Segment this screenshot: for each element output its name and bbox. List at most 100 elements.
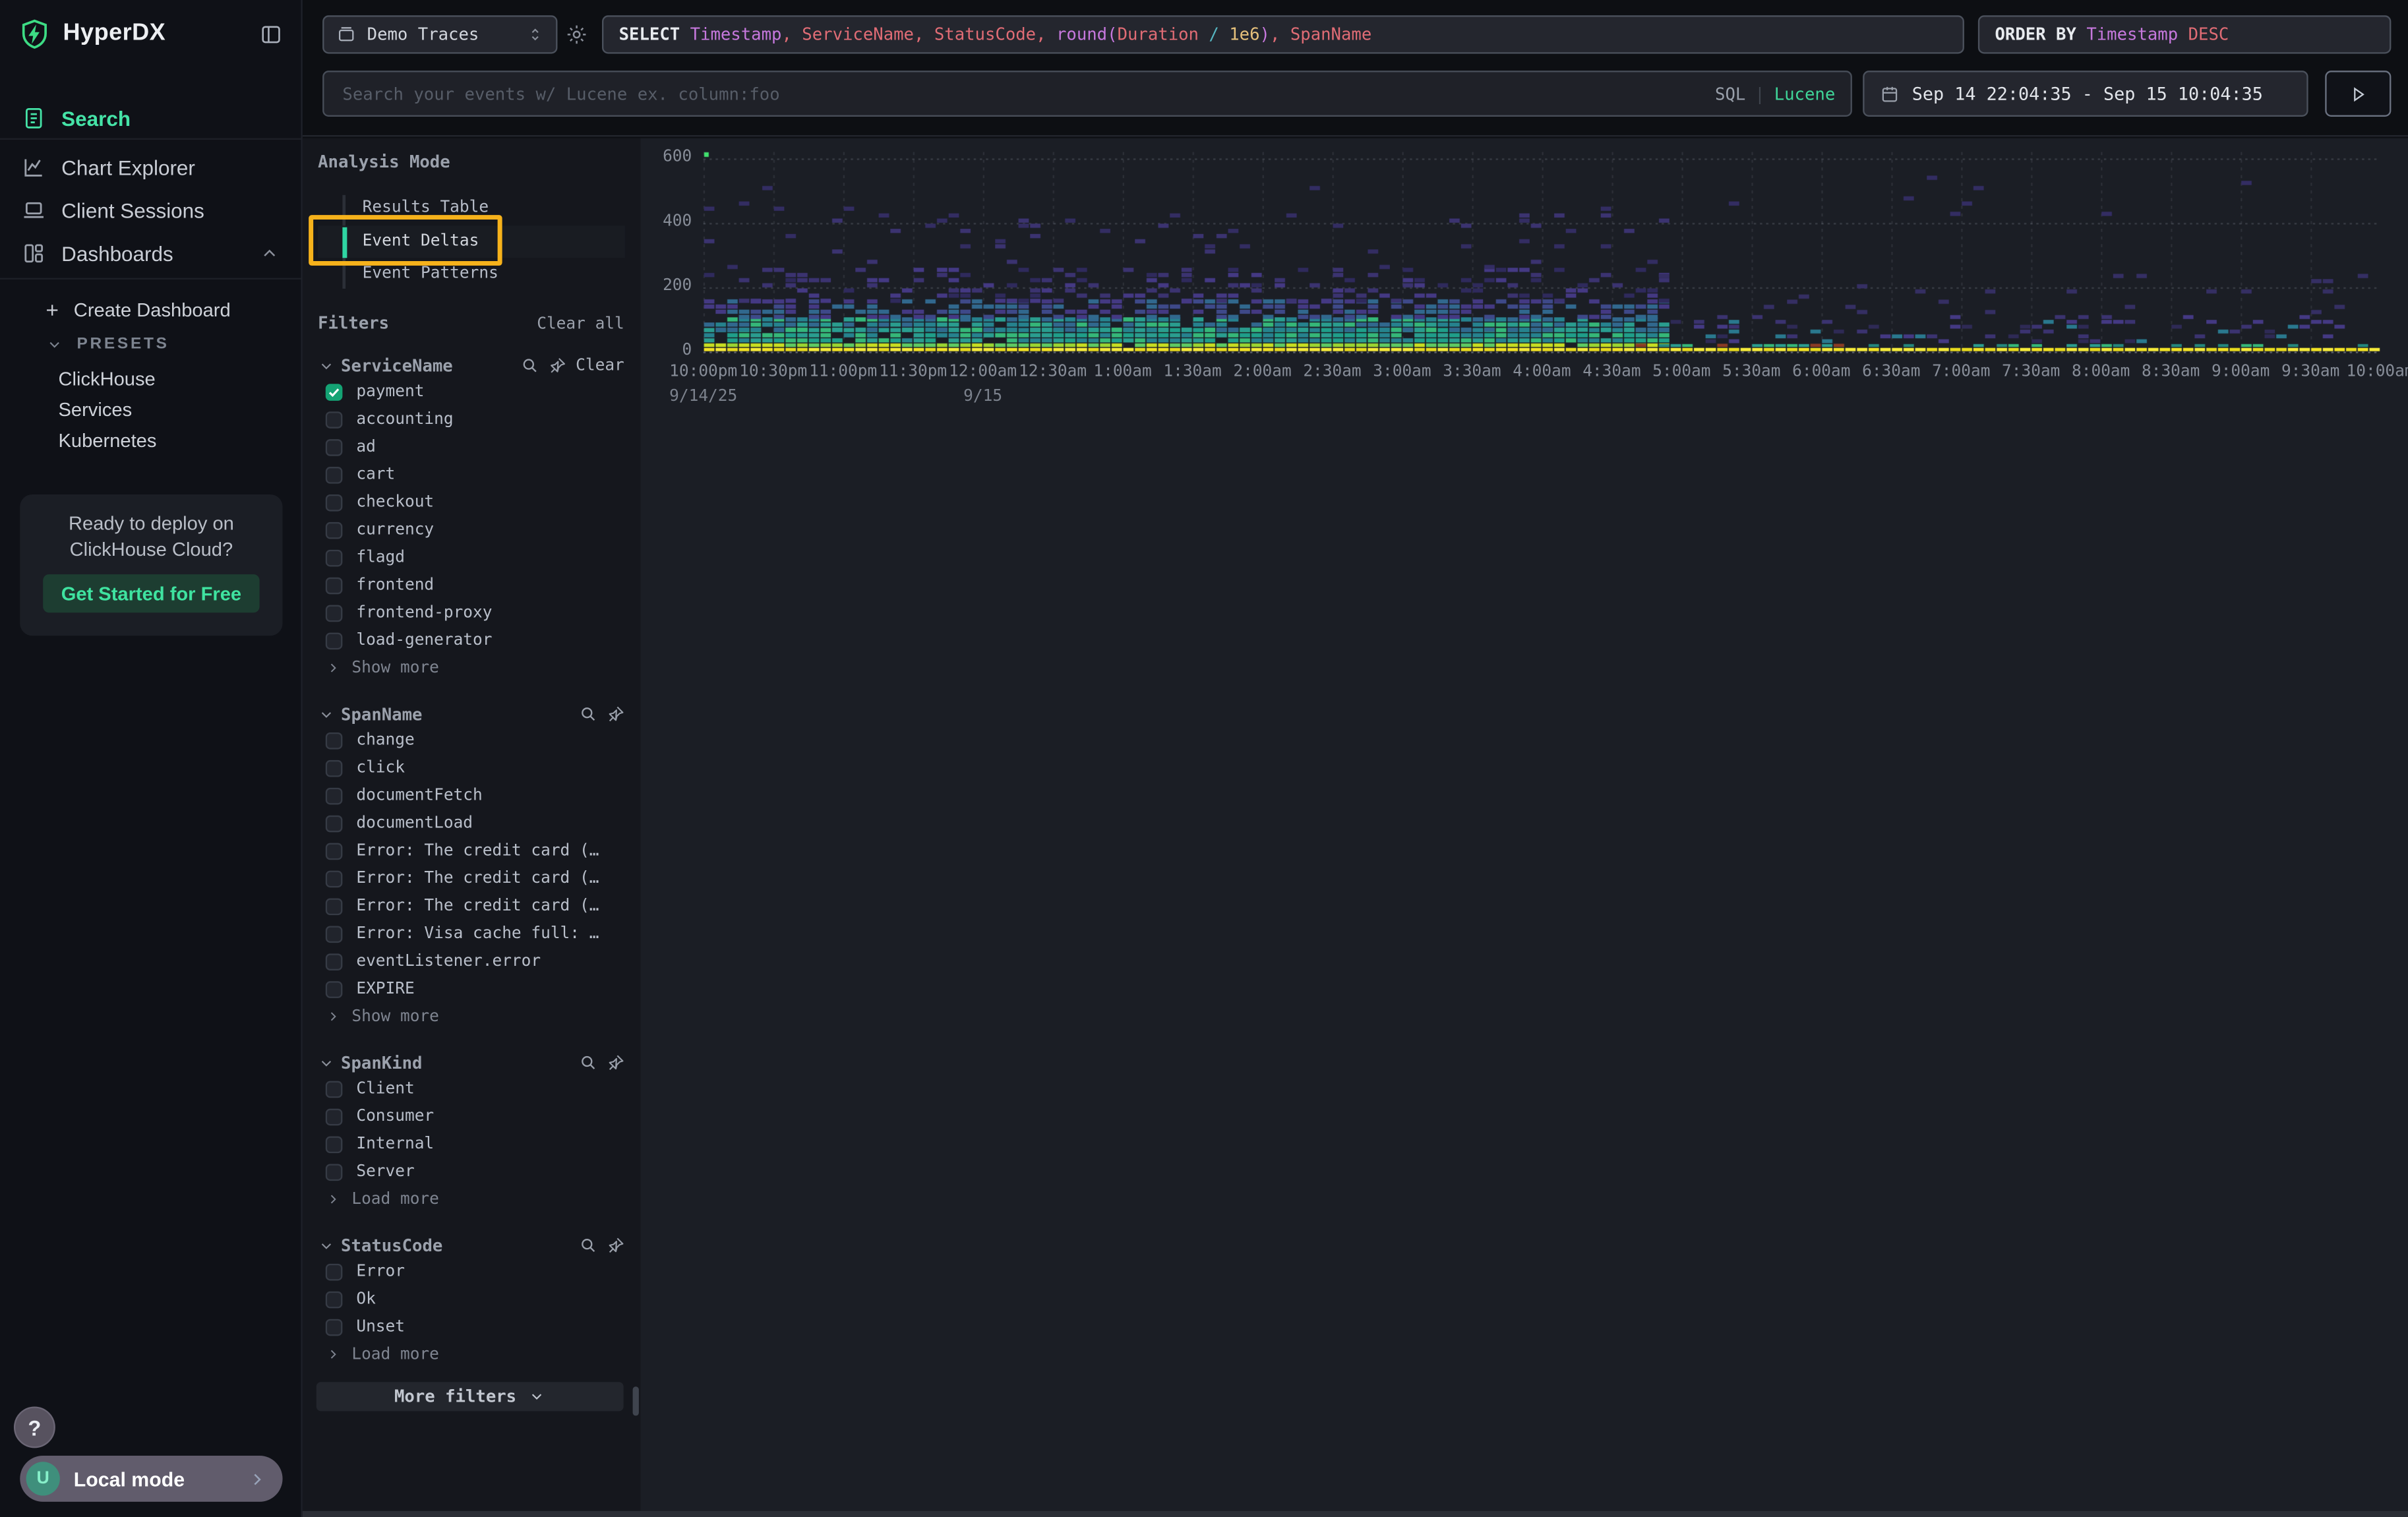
checkbox-unchecked[interactable] [326, 605, 343, 622]
checkbox-unchecked[interactable] [326, 632, 343, 649]
facet-option-error-the-credit-card-[interactable]: Error: The credit card (… [318, 892, 624, 920]
facet-option-flagd[interactable]: flagd [318, 544, 624, 572]
chevron-down-icon[interactable] [318, 705, 335, 723]
checkbox-unchecked[interactable] [326, 815, 343, 832]
facet-search-icon[interactable] [578, 1236, 597, 1255]
checkbox-unchecked[interactable] [326, 1135, 343, 1152]
facet-pin-icon[interactable] [548, 356, 566, 374]
lang-lucene-option[interactable]: Lucene [1774, 84, 1836, 104]
facet-option-unset[interactable]: Unset [318, 1313, 624, 1340]
checkbox-unchecked[interactable] [326, 577, 343, 594]
checkbox-unchecked[interactable] [326, 870, 343, 887]
chevron-down-icon[interactable] [318, 357, 335, 374]
clear-all-button[interactable]: Clear all [537, 314, 624, 332]
checkbox-unchecked[interactable] [326, 1291, 343, 1308]
facet-option-error[interactable]: Error [318, 1258, 624, 1286]
checkbox-unchecked[interactable] [326, 438, 343, 456]
sidebar-preset-services[interactable]: Services [0, 396, 301, 423]
facet-search-icon[interactable] [578, 1054, 597, 1072]
facet-option-client[interactable]: Client [318, 1075, 624, 1102]
gear-icon[interactable] [565, 23, 588, 46]
more-filters-button[interactable]: More filters [316, 1382, 624, 1411]
facet-search-icon[interactable] [578, 705, 597, 723]
checkbox-unchecked[interactable] [326, 521, 343, 539]
checkbox-unchecked[interactable] [326, 494, 343, 511]
sidebar-item-search[interactable]: Search [0, 98, 301, 138]
chevron-down-icon[interactable] [318, 1054, 335, 1071]
facet-pin-icon[interactable] [606, 1054, 624, 1072]
checkbox-unchecked[interactable] [326, 787, 343, 804]
checkbox-unchecked[interactable] [326, 411, 343, 428]
checkbox-unchecked[interactable] [326, 1319, 343, 1336]
facet-option-change[interactable]: change [318, 727, 624, 754]
sidebar-preset-kubernetes[interactable]: Kubernetes [0, 427, 301, 453]
sidebar-preset-clickhouse[interactable]: ClickHouse [0, 365, 301, 392]
facet-option-error-the-credit-card-[interactable]: Error: The credit card (… [318, 864, 624, 892]
facet-option-currency[interactable]: currency [318, 516, 624, 544]
checkbox-unchecked[interactable] [326, 843, 343, 860]
checkbox-unchecked[interactable] [326, 1263, 343, 1280]
facet-search-icon[interactable] [520, 356, 539, 374]
checkbox-unchecked[interactable] [326, 897, 343, 914]
filter-panel-scrollbar[interactable] [632, 1386, 638, 1415]
checkbox-unchecked[interactable] [326, 466, 343, 483]
sidebar-item-chart-explorer[interactable]: Chart Explorer [0, 148, 301, 188]
search-input[interactable] [322, 71, 1852, 117]
facet-pin-icon[interactable] [606, 1236, 624, 1255]
facet-show-more[interactable]: Show more [318, 1003, 624, 1030]
facet-option-frontend[interactable]: frontend [318, 571, 624, 599]
facet-option-accounting[interactable]: accounting [318, 405, 624, 433]
checkbox-unchecked[interactable] [326, 732, 343, 749]
help-button[interactable]: ? [14, 1406, 55, 1448]
date-range-picker[interactable]: Sep 14 22:04:35 - Sep 15 10:04:35 [1863, 71, 2308, 117]
checkbox-unchecked[interactable] [326, 1163, 343, 1180]
facet-clear-button[interactable]: Clear [576, 356, 624, 374]
facet-option-load-generator[interactable]: load-generator [318, 626, 624, 654]
facet-option-server[interactable]: Server [318, 1158, 624, 1185]
checkbox-unchecked[interactable] [326, 759, 343, 777]
lang-sql-option[interactable]: SQL [1715, 84, 1745, 104]
create-dashboard-button[interactable]: Create Dashboard [0, 297, 301, 324]
facet-pin-icon[interactable] [606, 705, 624, 723]
facet-option-expire[interactable]: EXPIRE [318, 975, 624, 1003]
checkbox-unchecked[interactable] [326, 1108, 343, 1125]
get-started-button[interactable]: Get Started for Free [43, 574, 259, 612]
sql-select-editor[interactable]: SELECT Timestamp, ServiceName, StatusCod… [602, 15, 1964, 53]
source-select[interactable]: Demo Traces [322, 15, 557, 53]
facet-option-ok[interactable]: Ok [318, 1285, 624, 1313]
facet-option-frontend-proxy[interactable]: frontend-proxy [318, 599, 624, 626]
sidebar-collapse-icon[interactable] [260, 22, 283, 45]
checkbox-checked[interactable] [326, 383, 343, 400]
facet-option-documentload[interactable]: documentLoad [318, 809, 624, 837]
facet-option-ad[interactable]: ad [318, 433, 624, 461]
facet-option-internal[interactable]: Internal [318, 1130, 624, 1158]
local-mode-menu[interactable]: U Local mode [20, 1456, 282, 1502]
facet-option-click[interactable]: click [318, 754, 624, 782]
facet-option-error-visa-cache-full-[interactable]: Error: Visa cache full: … [318, 920, 624, 947]
presets-toggle[interactable]: PRESETS [0, 332, 301, 356]
checkbox-unchecked[interactable] [326, 549, 343, 566]
facet-option-documentfetch[interactable]: documentFetch [318, 782, 624, 810]
facet-show-more[interactable]: Load more [318, 1340, 624, 1368]
mode-results-table[interactable]: Results Table [318, 192, 624, 225]
mode-event-deltas[interactable]: Event Deltas [318, 225, 624, 258]
order-by-editor[interactable]: ORDER BY Timestamp DESC [1978, 15, 2392, 53]
run-query-button[interactable] [2325, 71, 2391, 117]
chevron-down-icon[interactable] [318, 1237, 335, 1254]
facet-option-eventlistener-error[interactable]: eventListener.error [318, 947, 624, 975]
checkbox-unchecked[interactable] [326, 953, 343, 970]
mode-event-patterns[interactable]: Event Patterns [318, 258, 624, 291]
checkbox-unchecked[interactable] [326, 980, 343, 997]
facet-option-checkout[interactable]: checkout [318, 489, 624, 516]
sidebar-item-dashboards[interactable]: Dashboards [0, 233, 301, 274]
facet-option-error-the-credit-card-[interactable]: Error: The credit card (… [318, 837, 624, 864]
facet-option-consumer[interactable]: Consumer [318, 1102, 624, 1130]
checkbox-unchecked[interactable] [326, 1081, 343, 1098]
facet-option-cart[interactable]: cart [318, 461, 624, 489]
facet-option-payment[interactable]: payment [318, 378, 624, 405]
facet-show-more[interactable]: Load more [318, 1185, 624, 1213]
facet-show-more[interactable]: Show more [318, 654, 624, 682]
duration-heatmap-chart[interactable] [704, 151, 2380, 352]
sidebar-item-client-sessions[interactable]: Client Sessions [0, 191, 301, 231]
checkbox-unchecked[interactable] [326, 925, 343, 942]
